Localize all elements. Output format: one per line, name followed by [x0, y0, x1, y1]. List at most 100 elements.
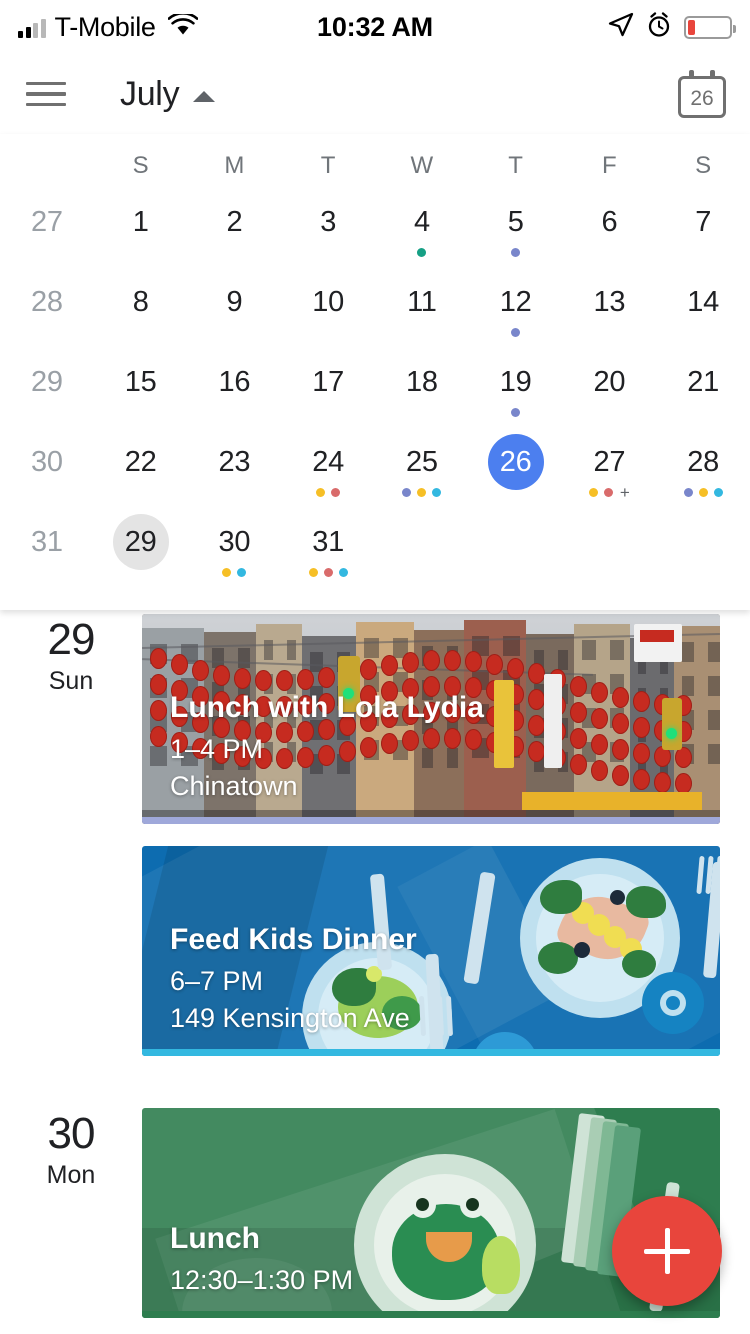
week-row: 27 1 2 3 4 5 6 7	[0, 188, 750, 268]
event-dot	[316, 487, 326, 497]
event-accent-bar	[142, 1311, 720, 1318]
day-cell-25[interactable]: 25	[375, 428, 469, 508]
page-title: July	[120, 74, 180, 113]
event-time: 1–4 PM	[170, 734, 264, 765]
week-number: 28	[31, 285, 63, 318]
day-cell-6[interactable]: 6	[563, 188, 657, 268]
day-cell-9[interactable]: 9	[188, 268, 282, 348]
hamburger-menu-icon[interactable]	[24, 72, 68, 116]
day-cell-8[interactable]: 8	[94, 268, 188, 348]
more-events-plus-icon: +	[619, 482, 630, 502]
day-number: 30	[218, 525, 251, 558]
event-dot	[331, 487, 341, 497]
day-cell-22[interactable]: 22	[94, 428, 188, 508]
day-cell-empty	[563, 508, 657, 588]
day-number: 11	[407, 285, 437, 318]
event-dot	[237, 567, 247, 577]
battery-low-icon	[684, 15, 736, 39]
event-dots	[511, 325, 521, 339]
calendar-today-icon[interactable]: 26	[678, 70, 726, 118]
day-cell-empty	[375, 508, 469, 588]
day-cell-5[interactable]: 5	[469, 188, 563, 268]
week-row: 28 8 9 10 11 12 13 14	[0, 268, 750, 348]
event-title: Feed Kids Dinner	[170, 923, 417, 957]
weekday-header-3: W	[410, 152, 434, 179]
day-cell-2[interactable]: 2	[188, 188, 282, 268]
day-number: 25	[406, 445, 438, 478]
location-arrow-icon	[608, 12, 634, 43]
day-cell-26[interactable]: 26	[469, 428, 563, 508]
day-number: 14	[687, 285, 719, 318]
day-cell-11[interactable]: 11	[375, 268, 469, 348]
event-dot	[308, 567, 318, 577]
day-number: 6	[601, 205, 618, 238]
day-number: 16	[218, 365, 251, 398]
day-cell-18[interactable]: 18	[375, 348, 469, 428]
day-number: 22	[124, 445, 157, 478]
event-card[interactable]: Feed Kids Dinner 6–7 PM 149 Kensington Ave	[142, 846, 720, 1056]
day-cell-empty	[469, 508, 563, 588]
day-cell-28[interactable]: 28	[656, 428, 750, 508]
day-number: 7	[695, 205, 712, 238]
day-number: 28	[687, 445, 719, 478]
week-number-cell: 31	[0, 508, 94, 588]
event-dots	[417, 245, 427, 259]
day-number: 23	[218, 445, 251, 478]
chevron-up-icon	[193, 90, 216, 102]
day-number	[488, 514, 544, 570]
week-number: 27	[31, 205, 63, 238]
day-cell-29[interactable]: 29	[94, 508, 188, 588]
weekday-header-2: T	[320, 152, 336, 179]
day-cell-19[interactable]: 19	[469, 348, 563, 428]
event-dots	[308, 565, 348, 579]
weekday-header-5: F	[602, 152, 617, 179]
weekday-header-4: T	[508, 152, 523, 179]
weekday-header-0: S	[132, 152, 149, 179]
agenda-day-29: 29 Sun Lunch with Lola Lydia 1–4 PM Chinatow…	[0, 610, 750, 1056]
day-number: 20	[593, 365, 626, 398]
day-cell-16[interactable]: 16	[188, 348, 282, 428]
day-cell-27[interactable]: 27 +	[563, 428, 657, 508]
day-cell-30[interactable]: 30	[188, 508, 282, 588]
event-time: 6–7 PM	[170, 966, 264, 997]
day-number: 8	[132, 285, 149, 318]
event-dot	[417, 487, 427, 497]
day-cell-4[interactable]: 4	[375, 188, 469, 268]
day-cell-1[interactable]: 1	[94, 188, 188, 268]
agenda-date-number: 30	[47, 1109, 96, 1158]
day-number: 12	[499, 285, 532, 318]
day-number: 18	[406, 365, 438, 398]
week-number-cell: 28	[0, 268, 94, 348]
create-event-fab[interactable]	[612, 1196, 722, 1306]
day-cell-20[interactable]: 20	[563, 348, 657, 428]
day-cell-7[interactable]: 7	[656, 188, 750, 268]
event-dots	[402, 485, 442, 499]
day-cell-24[interactable]: 24	[281, 428, 375, 508]
weekday-header-6: S	[695, 152, 712, 179]
day-number: 3	[320, 205, 337, 238]
event-dot	[222, 567, 232, 577]
day-cell-12[interactable]: 12	[469, 268, 563, 348]
day-number: 21	[687, 365, 719, 398]
month-picker-toggle[interactable]: July	[120, 74, 216, 114]
day-cell-13[interactable]: 13	[563, 268, 657, 348]
day-cell-17[interactable]: 17	[281, 348, 375, 428]
day-cell-3[interactable]: 3	[281, 188, 375, 268]
day-cell-15[interactable]: 15	[94, 348, 188, 428]
agenda-events: Lunch with Lola Lydia 1–4 PM Chinatown Feed…	[142, 610, 720, 1056]
day-number: 2	[226, 205, 243, 238]
day-cell-31[interactable]: 31	[281, 508, 375, 588]
event-card[interactable]: Lunch with Lola Lydia 1–4 PM Chinatown	[142, 614, 720, 824]
day-number: 4	[413, 205, 430, 238]
week-number-cell: 30	[0, 428, 94, 508]
day-number: 31	[312, 525, 344, 558]
event-dot	[511, 327, 521, 337]
week-number-cell: 27	[0, 188, 94, 268]
day-cell-21[interactable]: 21	[656, 348, 750, 428]
agenda-weekday-name: Mon	[46, 1160, 96, 1189]
event-dot	[713, 487, 723, 497]
day-cell-10[interactable]: 10	[281, 268, 375, 348]
day-cell-23[interactable]: 23	[188, 428, 282, 508]
week-number: 30	[31, 445, 63, 478]
day-cell-14[interactable]: 14	[656, 268, 750, 348]
